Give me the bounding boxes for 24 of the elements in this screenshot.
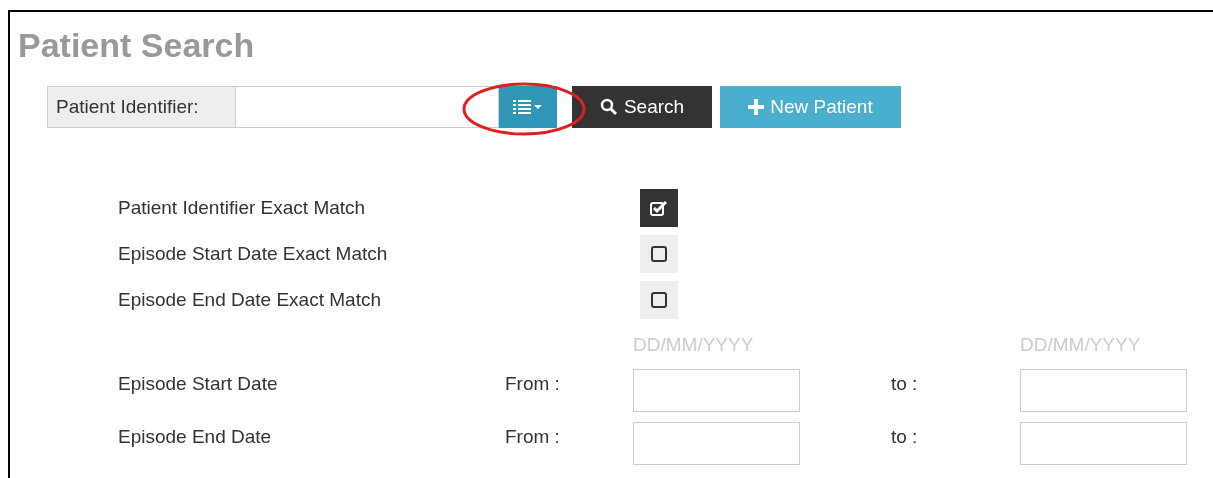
from-label: From :: [505, 425, 561, 449]
plus-icon: [748, 99, 765, 115]
option-label: Episode Start Date Exact Match: [118, 243, 389, 265]
date-filter-label: Episode End Date: [118, 425, 273, 449]
from-label: From :: [505, 372, 561, 396]
checkbox[interactable]: [640, 235, 678, 273]
option-label: Patient Identifier Exact Match: [118, 197, 367, 219]
to-label: to :: [891, 425, 919, 449]
to-date-field[interactable]: [1020, 369, 1187, 412]
identifier-field[interactable]: [236, 86, 499, 128]
from-date-field[interactable]: [633, 369, 800, 412]
checkbox[interactable]: [640, 189, 678, 227]
list-dropdown-button[interactable]: [499, 86, 557, 128]
to-label: to :: [891, 372, 919, 396]
list-caret-icon: [513, 99, 543, 115]
option-label: Episode End Date Exact Match: [118, 289, 382, 311]
checkbox[interactable]: [640, 281, 678, 319]
identifier-label: Patient Identifier:: [47, 86, 236, 128]
to-date-field[interactable]: [1020, 422, 1187, 465]
page-title: Patient Search: [18, 25, 256, 65]
search-icon: [599, 98, 618, 116]
from-date-field[interactable]: [633, 422, 800, 465]
date-filter-label: Episode Start Date: [118, 372, 279, 396]
search-button[interactable]: Search: [572, 86, 712, 128]
